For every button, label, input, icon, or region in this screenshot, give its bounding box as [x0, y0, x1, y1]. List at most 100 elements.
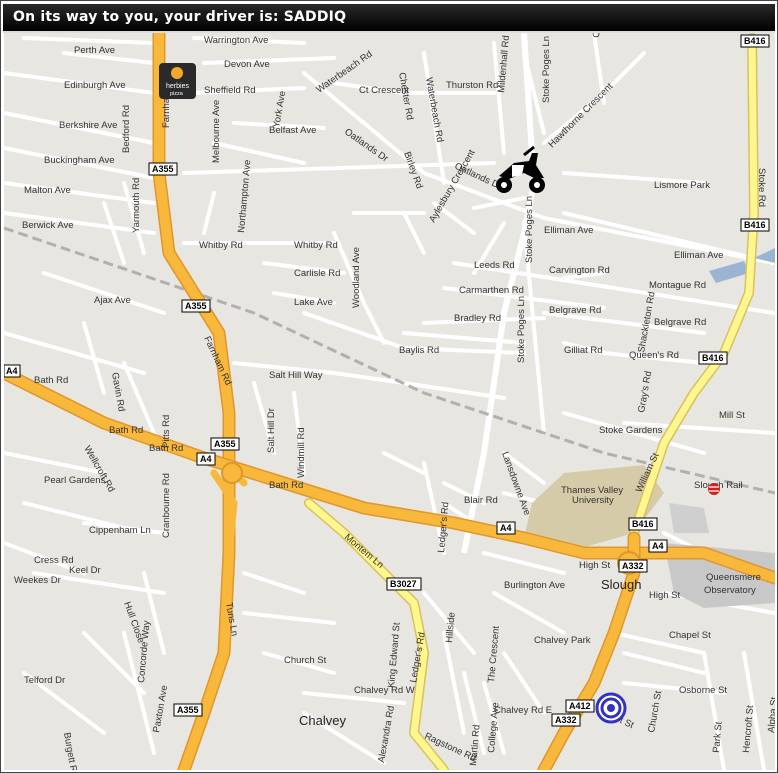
road-shield-a4: A4	[496, 521, 516, 535]
road-shield-b416: B416	[628, 517, 658, 531]
street-label: Gray's Rd	[636, 370, 654, 413]
street-label: Mill St	[719, 410, 745, 421]
svg-text:A412: A412	[569, 701, 591, 711]
street-label: Chalvey Park	[534, 635, 591, 646]
destination-target-icon	[595, 692, 627, 724]
place-label-chalvey: Chalvey	[299, 713, 346, 728]
street-label: Park St	[711, 721, 725, 753]
svg-text:A332: A332	[622, 561, 644, 571]
street-label: Hencroft St	[741, 705, 756, 754]
road-shield-b416: B416	[740, 218, 770, 232]
street-label: Whitby Rd	[294, 240, 338, 251]
street-label: Alexandra Rd	[376, 705, 397, 764]
svg-text:A355: A355	[152, 164, 174, 174]
street-label: Montague Rd	[649, 280, 706, 291]
street-label: Hawthorne Crescent	[546, 81, 615, 150]
street-label: Bradley Rd	[454, 313, 501, 324]
svg-text:B416: B416	[744, 36, 766, 46]
road-shield-b416: B416	[740, 34, 770, 48]
map-canvas[interactable]: Warrington Ave Perth Ave Devon Ave Edinb…	[4, 33, 775, 770]
street-label: Whitby Rd	[199, 240, 243, 251]
street-label: Leeds Rd	[474, 260, 515, 271]
street-label: Perth Ave	[74, 45, 115, 56]
road-shield-a412: A412	[565, 699, 595, 713]
street-label: Hillside	[444, 612, 458, 643]
street-label: Cranbourne Rd	[161, 473, 172, 538]
road-shield-b3027: B3027	[386, 577, 422, 591]
street-label: Burlington Ave	[504, 580, 565, 591]
street-label: Stoke Poges Ln	[516, 296, 527, 363]
road-shield-a332: A332	[618, 559, 648, 573]
street-label: Bath Rd	[109, 425, 143, 436]
street-label: Devon Ave	[224, 59, 270, 70]
road-shield-b416: B416	[698, 351, 728, 365]
road-shield-a355: A355	[148, 162, 178, 176]
street-label: King Edward St	[386, 622, 403, 689]
street-label: Belgrave Rd	[549, 305, 601, 316]
svg-text:B416: B416	[702, 353, 724, 363]
street-label: Thurston Rd	[446, 80, 498, 91]
street-label: Bath Rd	[269, 480, 303, 491]
svg-text:A355: A355	[177, 705, 199, 715]
place-label-observatory-1: Queensmere	[706, 572, 761, 583]
street-label: Salt Hill Way	[269, 370, 323, 381]
street-label: Blair Rd	[464, 495, 498, 506]
street-label: Malton Ave	[24, 185, 71, 196]
street-label: Church St	[646, 690, 664, 734]
street-label: Burgett Rd	[61, 732, 80, 770]
street-label: Berwick Ave	[22, 220, 74, 231]
road-shield-a355: A355	[210, 437, 240, 451]
street-label: Gavin Rd	[109, 372, 127, 413]
street-label: Church St	[284, 655, 327, 666]
street-label: Lismore Park	[654, 180, 710, 191]
svg-text:B416: B416	[632, 519, 654, 529]
street-label: Osborne St	[679, 685, 727, 696]
street-label: High St	[649, 590, 681, 601]
street-label: Elliman Ave	[674, 250, 723, 261]
road-shield-a355: A355	[173, 703, 203, 717]
street-label: Ajax Ave	[94, 295, 131, 306]
street-label: Warrington Ave	[204, 35, 268, 46]
road-shield-a332: A332	[551, 713, 581, 727]
street-label: Pearl Gardens	[44, 475, 106, 486]
street-label: Carvington Rd	[549, 265, 610, 276]
place-label-university-2: University	[572, 495, 614, 506]
svg-text:B3027: B3027	[390, 579, 417, 589]
street-label: Weekes Dr	[14, 575, 61, 586]
street-label: Yarmouth Rd	[131, 178, 142, 233]
street-label: Gilliat Rd	[564, 345, 603, 356]
street-label: Chapel St	[669, 630, 711, 641]
street-label: Pitts Rd	[161, 415, 172, 448]
map-view[interactable]: Warrington Ave Perth Ave Devon Ave Edinb…	[4, 33, 775, 770]
svg-text:A4: A4	[200, 454, 212, 464]
street-label: Carlisle Rd	[294, 268, 340, 279]
street-label: Chester Rd	[396, 72, 415, 121]
road-shield-a355: A355	[181, 299, 211, 313]
svg-text:A4: A4	[500, 523, 512, 533]
street-label: Chalvey Rd W	[354, 685, 415, 696]
store-logo-text-2: pizza	[170, 91, 184, 97]
street-label: Stoke Poges Ln	[524, 196, 535, 263]
street-label: Lake Ave	[294, 297, 333, 308]
svg-text:B416: B416	[744, 220, 766, 230]
street-label: Salt Hill Dr	[266, 408, 277, 453]
street-label: Cippenham Ln	[89, 525, 151, 536]
street-label: Oatlands Dr	[342, 126, 390, 164]
pizza-store-marker: herbies pizza	[159, 63, 196, 99]
street-label: Bath Rd	[34, 375, 68, 386]
street-label: Waterbeach Rd	[423, 77, 445, 144]
street-label: Telford Dr	[24, 675, 65, 686]
street-label: Martin Rd	[468, 724, 483, 766]
svg-text:A355: A355	[185, 301, 207, 311]
street-label: Windmill Rd	[296, 427, 307, 478]
street-label: Belgrave Rd	[654, 317, 706, 328]
street-label: York Ave	[271, 90, 288, 128]
street-label: High St	[579, 560, 611, 571]
street-label: College Ave	[486, 702, 501, 753]
place-label-slough: Slough	[601, 577, 641, 592]
street-label: Stoke Rd	[756, 168, 767, 207]
svg-text:A4: A4	[6, 366, 18, 376]
svg-text:A4: A4	[652, 541, 664, 551]
road-shield-a4: A4	[4, 364, 21, 378]
street-label: Cress Rd	[34, 555, 74, 566]
